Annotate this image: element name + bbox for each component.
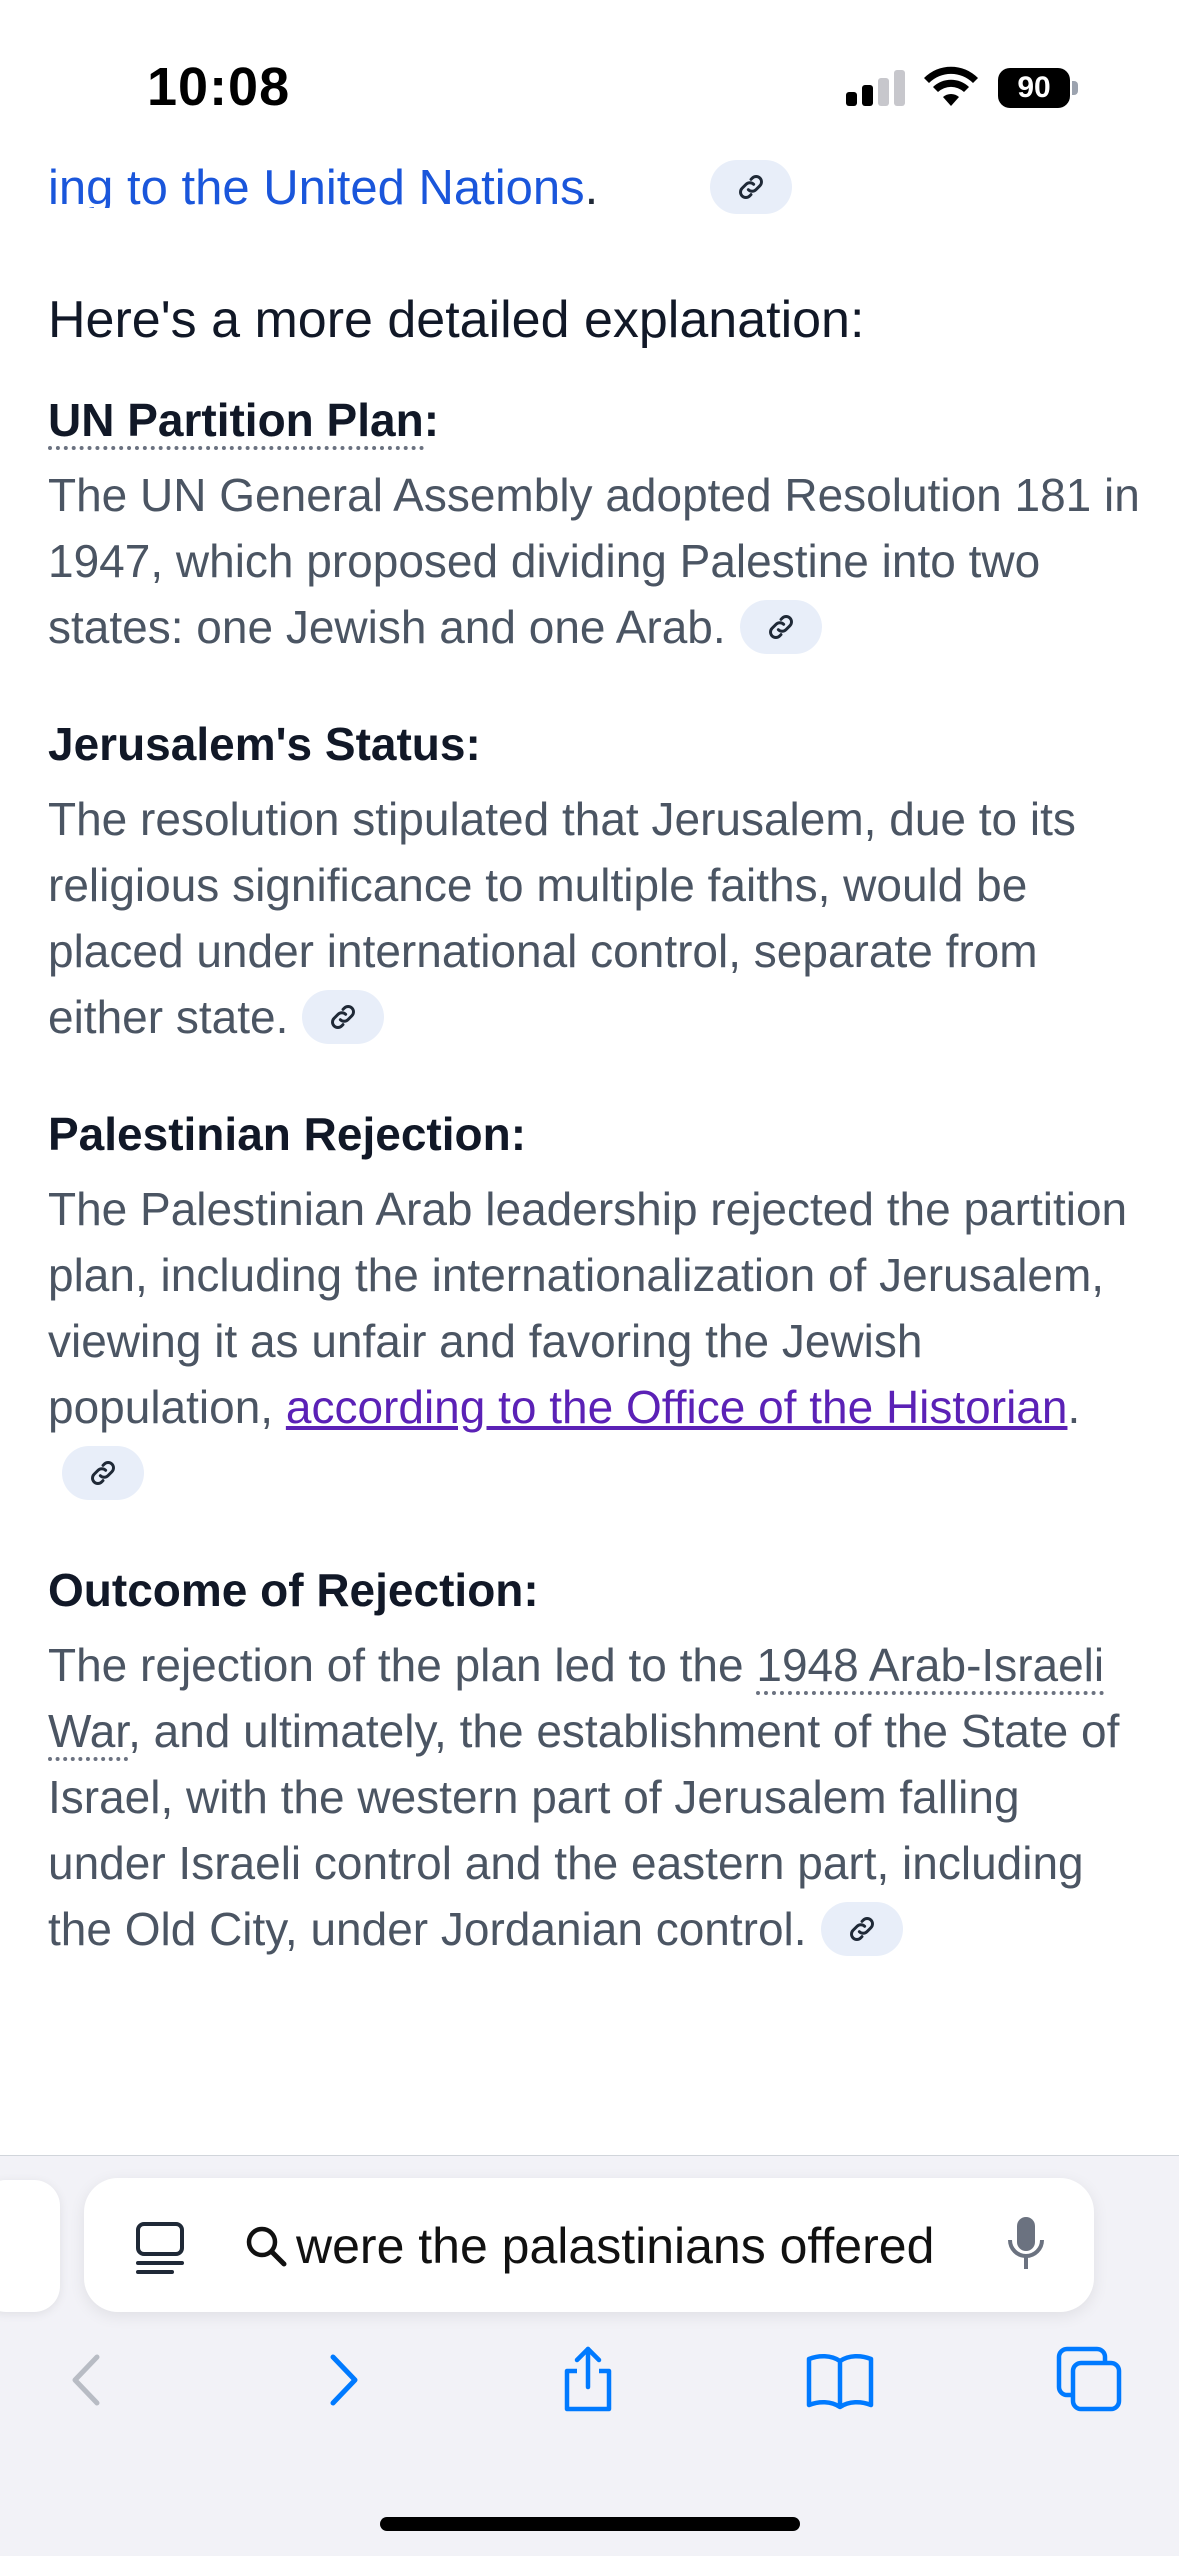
link-icon [739,175,763,199]
section-body-text-continued: , and ultimately, the establishment of t… [48,1705,1120,1955]
browser-toolbar [0,2340,1179,2440]
home-indicator [380,2517,800,2531]
status-time: 10:08 [147,57,291,117]
tabs-button[interactable] [1050,2340,1130,2420]
wifi-icon [924,66,978,106]
status-bar: 10:08 90 [0,0,1179,170]
section-un-partition-plan: UN Partition Plan: The UN General Assemb… [48,392,1148,660]
source-chip[interactable] [820,1901,903,1956]
section-body: The Palestinian Arab leadership rejected… [48,1176,1148,1506]
battery-icon: 90 [998,68,1078,108]
link-icon [331,1004,356,1029]
section-body: The rejection of the plan led to the 194… [48,1632,1148,1962]
section-body: The UN General Assembly adopted Resoluti… [48,462,1148,660]
forward-button[interactable] [302,2340,382,2420]
section-title-suffix: : [423,394,440,446]
link-icon [91,1460,115,1485]
share-button[interactable] [548,2340,628,2420]
section-title: Palestinian Rejection: [48,1108,527,1160]
partial-link-text[interactable]: ing to the United Nations [48,161,585,208]
link-icon [768,614,793,639]
back-button[interactable] [48,2340,128,2420]
section-body-text: The resolution stipulated that Jerusalem… [48,793,1076,1043]
book-icon [806,2354,874,2410]
source-chip-top[interactable] [710,160,792,214]
section-title: Jerusalem's Status: [48,718,481,770]
reader-icon[interactable] [134,2220,186,2276]
office-of-historian-link[interactable]: according to the Office of the Historian [286,1381,1068,1433]
section-body-suffix: . [1067,1381,1081,1433]
section-title-link[interactable]: UN Partition Plan [48,394,424,450]
link-icon [849,1916,874,1941]
source-chip[interactable] [302,989,385,1044]
section-body-text: The rejection of the plan led to the [48,1639,757,1691]
section-outcome-of-rejection: Outcome of Rejection: The rejection of t… [48,1562,1148,1962]
partial-link-suffix: . [584,161,599,208]
source-chip[interactable] [739,599,822,654]
mic-icon[interactable] [1004,2214,1048,2274]
search-icon [246,2226,287,2267]
section-jerusalem-status: Jerusalem's Status: The resolution stipu… [48,716,1148,1050]
cellular-signal-icon [846,70,906,106]
bookmarks-button[interactable] [800,2340,880,2420]
section-body: The resolution stipulated that Jerusalem… [48,786,1148,1050]
battery-level: 90 [998,68,1070,108]
section-palestinian-rejection: Palestinian Rejection: The Palestinian A… [48,1106,1148,1506]
detail-heading: Here's a more detailed explanation: [48,291,865,349]
section-title: UN Partition Plan: [48,392,1148,450]
source-chip[interactable] [62,1445,144,1500]
section-body-text: The UN General Assembly adopted Resoluti… [48,469,1140,653]
previous-tab-peek[interactable] [0,2180,60,2312]
chevron-right-icon [330,2354,358,2406]
section-title: Outcome of Rejection: [48,1564,539,1616]
tabs-icon [1056,2346,1122,2412]
share-icon [564,2346,612,2412]
address-bar[interactable]: were the palastinians offered [84,2178,1094,2312]
chevron-left-icon [72,2354,100,2406]
address-query-text[interactable]: were the palastinians offered [296,2214,1036,2278]
partial-source-link[interactable]: ing to the United Nations. [48,148,598,208]
